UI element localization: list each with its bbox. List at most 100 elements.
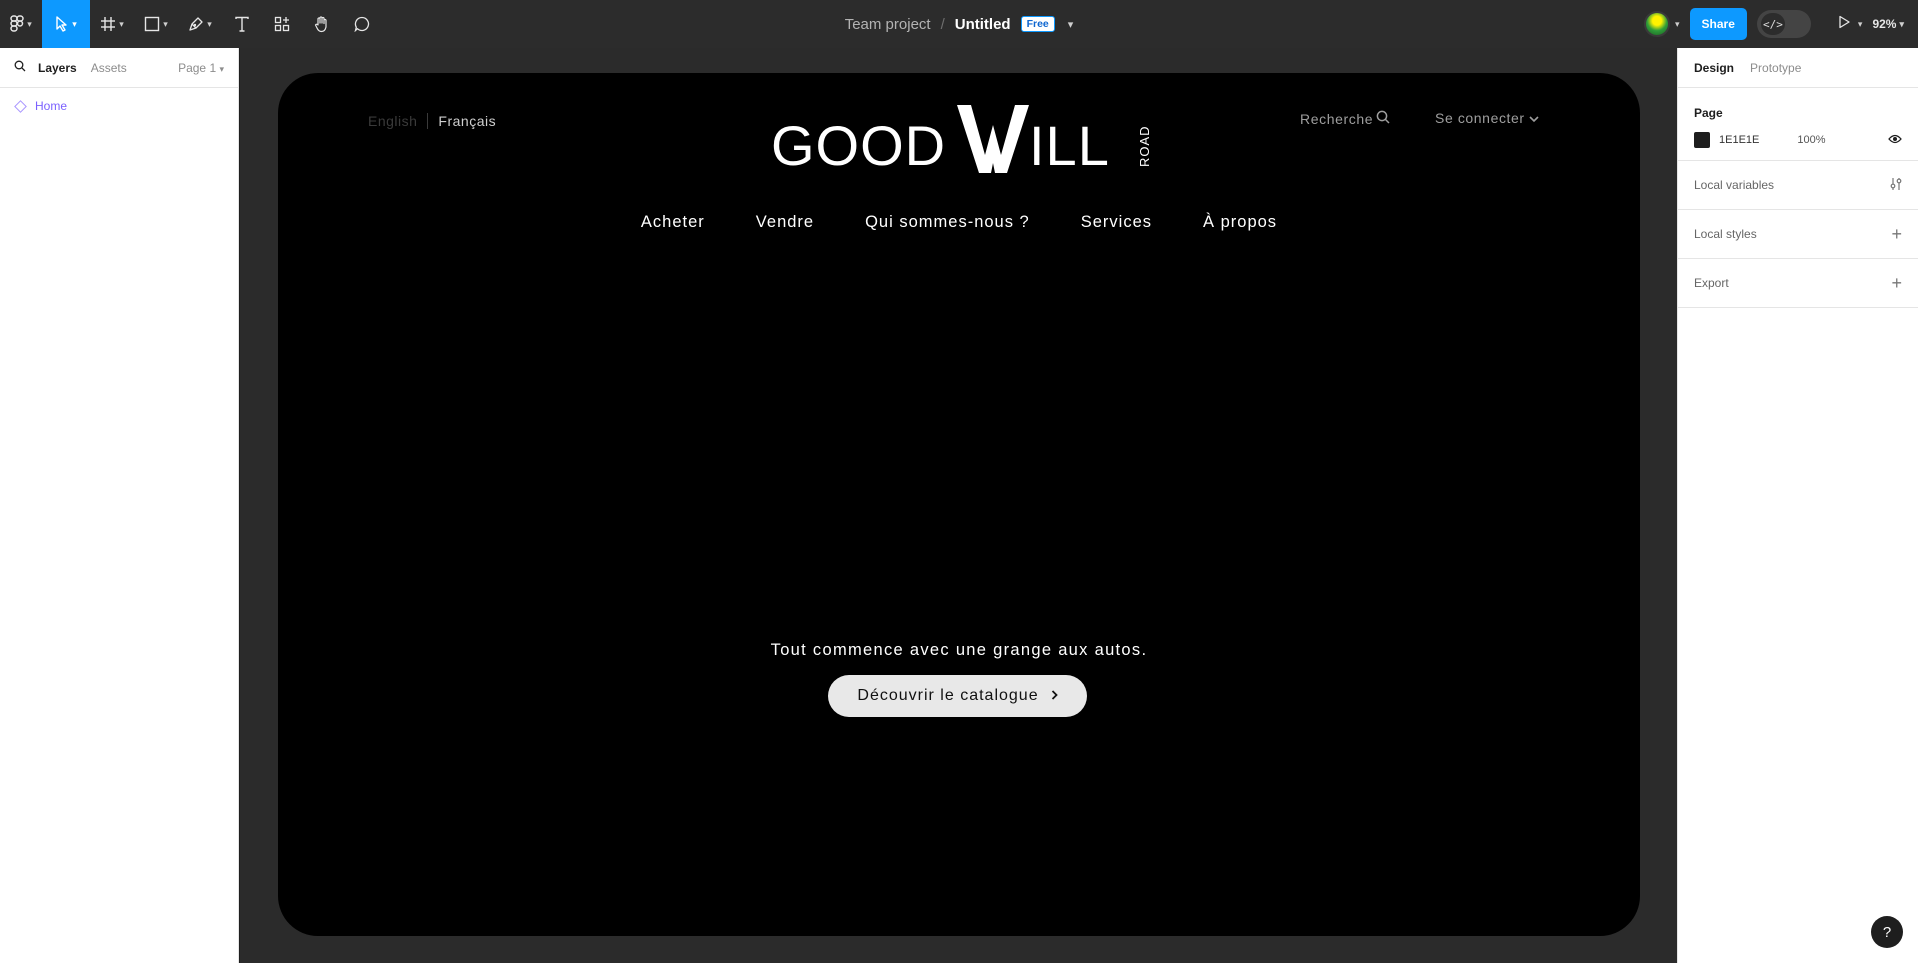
- page-heading: Page: [1694, 106, 1723, 120]
- breadcrumb-separator: /: [940, 15, 945, 33]
- chevron-down-icon: ▾: [1675, 18, 1680, 29]
- language-switcher: English Français: [368, 113, 496, 129]
- page-selector-label: Page 1: [178, 60, 217, 75]
- page-fill-hex[interactable]: 1E1E1E: [1719, 134, 1759, 146]
- tab-design[interactable]: Design: [1694, 61, 1734, 75]
- comment-icon: [354, 16, 370, 32]
- rectangle-icon: [144, 16, 160, 32]
- plan-badge: Free: [1020, 16, 1055, 32]
- chevron-down-icon: [1529, 110, 1539, 126]
- main-menu-button[interactable]: ▾: [0, 0, 42, 48]
- chevron-down-icon: ▾: [1857, 18, 1863, 29]
- figma-logo-icon: [10, 15, 24, 33]
- chevron-down-icon: ▾: [163, 18, 168, 29]
- frame-icon: [100, 16, 116, 32]
- tab-prototype[interactable]: Prototype: [1750, 61, 1801, 75]
- sliders-icon[interactable]: [1890, 177, 1902, 194]
- search-label: Recherche: [1300, 110, 1374, 127]
- logo-text-ill: ILL: [1029, 114, 1110, 177]
- dev-mode-toggle[interactable]: </>: [1756, 10, 1811, 38]
- file-menu-chevron-icon[interactable]: ▾: [1068, 18, 1074, 31]
- export-row[interactable]: Export +: [1694, 259, 1902, 307]
- search-link[interactable]: Recherche: [1300, 110, 1390, 127]
- nav-qui-sommes-nous[interactable]: Qui sommes-nous ?: [865, 213, 1030, 232]
- left-panel-tabs: Layers Assets Page 1 ▾: [0, 48, 238, 88]
- nav-a-propos[interactable]: À propos: [1203, 213, 1277, 232]
- chevron-down-icon: ▾: [219, 63, 224, 74]
- zoom-level: 92%: [1872, 17, 1897, 31]
- project-name[interactable]: Team project: [845, 16, 931, 33]
- tab-assets[interactable]: Assets: [91, 61, 127, 75]
- pen-tool-button[interactable]: ▾: [178, 0, 222, 48]
- resources-tool-button[interactable]: [262, 0, 302, 48]
- lang-english-link[interactable]: English: [368, 113, 429, 129]
- page-fill-row[interactable]: 1E1E1E 100%: [1694, 120, 1902, 160]
- component-diamond-icon: [14, 99, 27, 113]
- layer-list: Home: [0, 88, 238, 120]
- hand-tool-button[interactable]: [302, 0, 342, 48]
- text-tool-button[interactable]: [222, 0, 262, 48]
- local-variables-label: Local variables: [1694, 178, 1775, 192]
- login-dropdown[interactable]: Se connecter: [1435, 110, 1539, 126]
- local-variables-row[interactable]: Local variables: [1694, 161, 1902, 209]
- text-icon: [234, 16, 250, 32]
- page-fill-swatch[interactable]: [1694, 132, 1710, 148]
- cursor-icon: [55, 16, 69, 32]
- help-button[interactable]: ?: [1871, 916, 1903, 948]
- present-button[interactable]: ▾: [1837, 15, 1863, 34]
- layer-home[interactable]: Home: [0, 92, 238, 120]
- components-icon: [274, 16, 290, 32]
- main-nav: Acheter Vendre Qui sommes-nous ? Service…: [278, 213, 1640, 232]
- page-selector[interactable]: Page 1 ▾: [178, 61, 224, 75]
- export-label: Export: [1694, 276, 1729, 290]
- plus-icon[interactable]: +: [1891, 225, 1902, 243]
- comment-tool-button[interactable]: [342, 0, 382, 48]
- properties-panel: Design Prototype Page 1E1E1E 100% Local …: [1677, 48, 1918, 963]
- design-canvas[interactable]: English Français GOOD ILL ROAD Recherche…: [240, 48, 1677, 963]
- tab-layers[interactable]: Layers: [38, 61, 77, 75]
- layers-panel: Layers Assets Page 1 ▾ Home: [0, 48, 239, 963]
- home-frame[interactable]: English Français GOOD ILL ROAD Recherche…: [278, 73, 1640, 936]
- local-styles-label: Local styles: [1694, 227, 1757, 241]
- eye-icon[interactable]: [1888, 134, 1902, 147]
- avatar[interactable]: [1644, 11, 1671, 37]
- page-fill-opacity[interactable]: 100%: [1797, 134, 1825, 146]
- nav-services[interactable]: Services: [1081, 213, 1152, 232]
- toolbar-right: ▾ Share </> ▾ 92% ▾: [1644, 0, 1918, 48]
- lang-french-link[interactable]: Français: [428, 113, 496, 129]
- search-icon: [1376, 110, 1390, 127]
- right-panel-tabs: Design Prototype: [1678, 48, 1918, 88]
- local-styles-row[interactable]: Local styles +: [1694, 210, 1902, 258]
- layer-label: Home: [35, 99, 68, 113]
- shape-tool-button[interactable]: ▾: [134, 0, 178, 48]
- nav-acheter[interactable]: Acheter: [641, 213, 705, 232]
- chevron-down-icon: ▾: [27, 18, 32, 29]
- move-tool-button[interactable]: ▾: [42, 0, 90, 48]
- export-section: Export +: [1678, 259, 1918, 308]
- zoom-menu[interactable]: 92% ▾: [1872, 17, 1904, 31]
- local-variables-section: Local variables: [1678, 161, 1918, 210]
- multiplayer-avatars[interactable]: ▾: [1644, 11, 1680, 37]
- plus-icon[interactable]: +: [1891, 274, 1902, 292]
- chevron-down-icon: ▾: [207, 18, 212, 29]
- frame-tool-button[interactable]: ▾: [90, 0, 134, 48]
- cta-label: Découvrir le catalogue: [857, 687, 1039, 704]
- file-name[interactable]: Untitled: [955, 16, 1011, 33]
- discover-catalogue-button[interactable]: Découvrir le catalogue: [828, 675, 1087, 717]
- chevron-down-icon: ▾: [119, 18, 124, 29]
- logo-text-road: ROAD: [1137, 125, 1152, 167]
- chevron-down-icon: ▾: [72, 18, 77, 29]
- login-label: Se connecter: [1435, 110, 1525, 126]
- logo-text-good: GOOD: [771, 114, 946, 177]
- share-button[interactable]: Share: [1689, 8, 1747, 40]
- search-icon[interactable]: [14, 60, 26, 75]
- pen-icon: [188, 16, 204, 32]
- goodwill-road-logo[interactable]: GOOD ILL ROAD: [771, 99, 1156, 179]
- hero-tagline: Tout commence avec une grange aux autos.: [770, 641, 1148, 659]
- code-icon: </>: [1760, 13, 1785, 35]
- page-section: Page 1E1E1E 100%: [1678, 88, 1918, 161]
- local-styles-section: Local styles +: [1678, 210, 1918, 259]
- hand-icon: [314, 15, 330, 33]
- play-icon: [1837, 15, 1851, 34]
- nav-vendre[interactable]: Vendre: [756, 213, 814, 232]
